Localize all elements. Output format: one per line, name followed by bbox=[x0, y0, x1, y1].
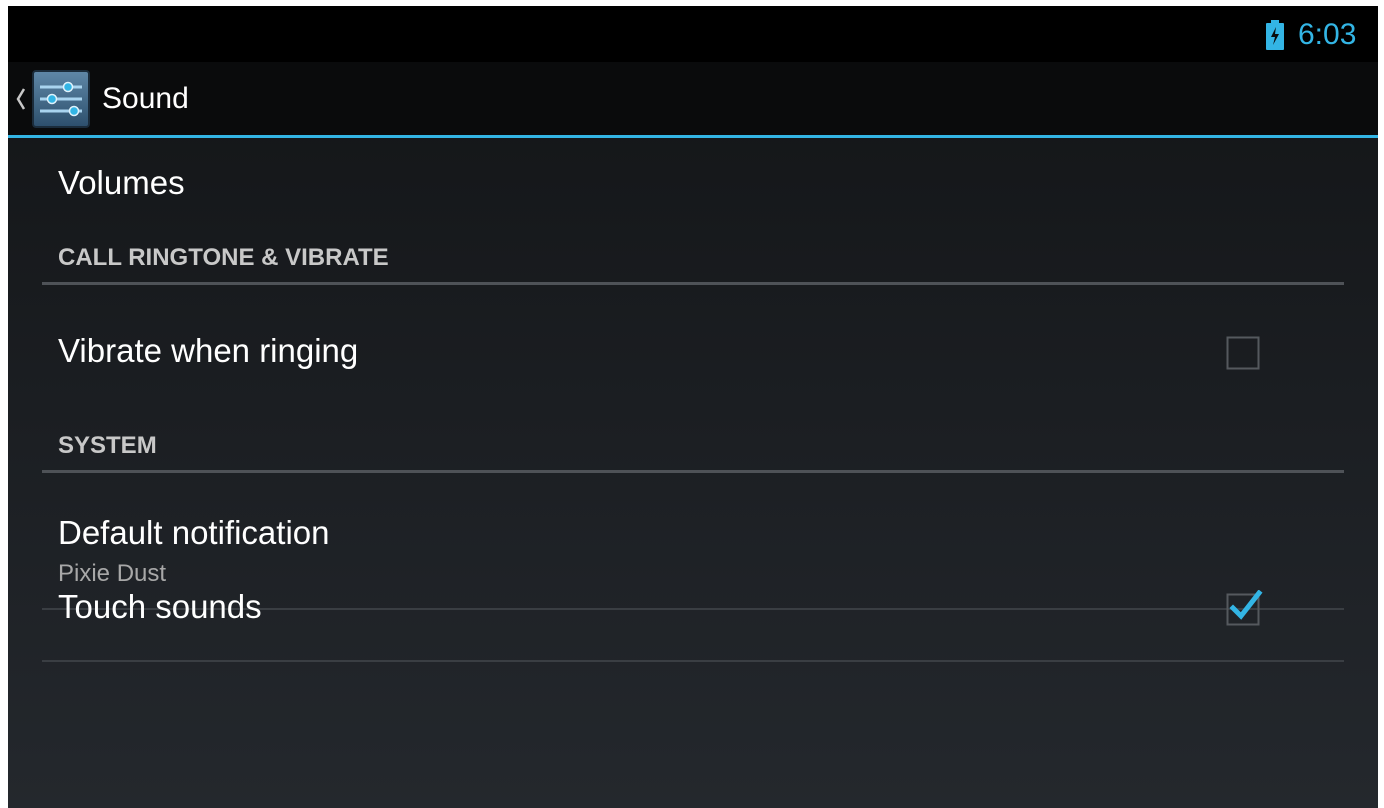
section-call-divider bbox=[42, 282, 1344, 285]
status-clock: 6:03 bbox=[1298, 18, 1357, 51]
preference-list: Volumes CALL RINGTONE & VIBRATE Vibrate … bbox=[8, 138, 1378, 796]
pref-vibrate-when-ringing[interactable]: Vibrate when ringing bbox=[8, 320, 1378, 438]
pref-default-notification-summary: Pixie Dust bbox=[58, 560, 167, 587]
settings-screen: 6:03 Sound Volumes CALL RINGTONE & VIBRA… bbox=[8, 6, 1378, 808]
pref-default-notification-title: Default notification bbox=[58, 514, 330, 551]
up-navigation-button[interactable]: Sound bbox=[10, 62, 210, 135]
section-system-header: SYSTEM bbox=[58, 432, 157, 459]
settings-sliders-icon bbox=[32, 69, 90, 128]
section-system-divider bbox=[42, 470, 1344, 473]
section-call-header: CALL RINGTONE & VIBRATE bbox=[58, 244, 389, 271]
pref-vibrate-title: Vibrate when ringing bbox=[58, 332, 359, 369]
page-title: Sound bbox=[102, 81, 189, 115]
list-divider bbox=[42, 660, 1344, 662]
section-call-ringtone: CALL RINGTONE & VIBRATE bbox=[8, 240, 1378, 320]
action-bar: Sound bbox=[8, 62, 1378, 138]
touch-sounds-checkbox[interactable] bbox=[1226, 590, 1264, 626]
pref-touch-sounds-title: Touch sounds bbox=[58, 588, 262, 625]
battery-charging-icon bbox=[1266, 20, 1284, 50]
chevron-left-icon bbox=[16, 87, 26, 110]
vibrate-checkbox[interactable] bbox=[1226, 336, 1260, 370]
status-bar: 6:03 bbox=[8, 6, 1378, 62]
pref-volumes-title: Volumes bbox=[58, 164, 185, 201]
pref-volumes[interactable]: Volumes bbox=[8, 138, 1378, 240]
pref-touch-sounds[interactable]: Touch sounds bbox=[8, 588, 1378, 796]
